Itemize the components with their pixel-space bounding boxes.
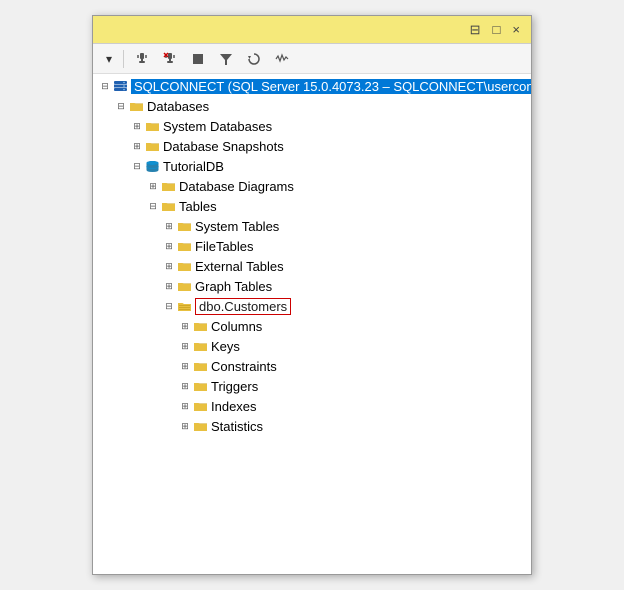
- folder-icon: [193, 320, 208, 333]
- label-external-tables: External Tables: [195, 259, 284, 274]
- pin-button[interactable]: ⊟: [467, 22, 484, 38]
- toolbar: ▾: [93, 44, 531, 74]
- expander-databases[interactable]: [113, 101, 129, 112]
- object-explorer-window: ⊟ □ × ▾: [92, 15, 532, 575]
- float-button[interactable]: □: [490, 22, 504, 37]
- folder-icon: [193, 340, 208, 353]
- expander-db-snapshots[interactable]: [129, 141, 145, 152]
- server-icon: [113, 80, 128, 93]
- connect-button[interactable]: ▾: [99, 50, 117, 68]
- expander-external-tables[interactable]: [161, 261, 177, 272]
- plug-icon: [135, 52, 149, 66]
- label-db-diagrams: Database Diagrams: [179, 179, 294, 194]
- expander-indexes[interactable]: [177, 401, 193, 412]
- toolbar-btn-refresh[interactable]: [242, 50, 266, 68]
- title-bar: ⊟ □ ×: [93, 16, 531, 44]
- expander-dbo-customers[interactable]: [161, 301, 177, 312]
- tree-node-keys[interactable]: Keys: [93, 336, 531, 356]
- folder-icon: [177, 220, 192, 233]
- expander-graph-tables[interactable]: [161, 281, 177, 292]
- folder-icon: [193, 400, 208, 413]
- expander-db-diagrams[interactable]: [145, 181, 161, 192]
- tree-node-tables[interactable]: Tables: [93, 196, 531, 216]
- tree-node-db-snapshots[interactable]: Database Snapshots: [93, 136, 531, 156]
- filter-icon: [219, 52, 233, 66]
- tree-node-databases[interactable]: Databases: [93, 96, 531, 116]
- toolbar-btn-activity[interactable]: [270, 50, 294, 68]
- refresh-icon: [247, 52, 261, 66]
- label-indexes: Indexes: [211, 399, 257, 414]
- toolbar-separator-1: [123, 50, 124, 68]
- label-tables: Tables: [179, 199, 217, 214]
- expander-columns[interactable]: [177, 321, 193, 332]
- label-server: SQLCONNECT (SQL Server 15.0.4073.23 – SQ…: [131, 79, 531, 94]
- disconnect-icon: [163, 52, 177, 66]
- folder-icon: [193, 420, 208, 433]
- folder-icon: [161, 200, 176, 213]
- tree-node-external-tables[interactable]: External Tables: [93, 256, 531, 276]
- folder-icon: [145, 140, 160, 153]
- tree-node-columns[interactable]: Columns: [93, 316, 531, 336]
- tree-container: SQLCONNECT (SQL Server 15.0.4073.23 – SQ…: [93, 74, 531, 574]
- expander-triggers[interactable]: [177, 381, 193, 392]
- expander-statistics[interactable]: [177, 421, 193, 432]
- close-button[interactable]: ×: [509, 22, 523, 37]
- folder-icon: [161, 180, 176, 193]
- toolbar-btn-2[interactable]: [158, 50, 182, 68]
- label-tutorialdb: TutorialDB: [163, 159, 224, 174]
- folder-icon: [177, 260, 192, 273]
- label-db-snapshots: Database Snapshots: [163, 139, 284, 154]
- label-system-tables: System Tables: [195, 219, 279, 234]
- tree-node-filetables[interactable]: FileTables: [93, 236, 531, 256]
- tree-node-triggers[interactable]: Triggers: [93, 376, 531, 396]
- activity-icon: [275, 52, 289, 66]
- label-system-dbs: System Databases: [163, 119, 272, 134]
- title-bar-controls: ⊟ □ ×: [467, 22, 523, 38]
- tree-node-graph-tables[interactable]: Graph Tables: [93, 276, 531, 296]
- label-statistics: Statistics: [211, 419, 263, 434]
- tree-node-statistics[interactable]: Statistics: [93, 416, 531, 436]
- label-databases: Databases: [147, 99, 209, 114]
- expander-filetables[interactable]: [161, 241, 177, 252]
- label-constraints: Constraints: [211, 359, 277, 374]
- folder-icon: [177, 280, 192, 293]
- folder-icon: [193, 380, 208, 393]
- label-dbo-customers: dbo.Customers: [195, 298, 291, 315]
- folder-icon: [193, 360, 208, 373]
- tree-node-constraints[interactable]: Constraints: [93, 356, 531, 376]
- expander-tutorialdb[interactable]: [129, 161, 145, 172]
- expander-tables[interactable]: [145, 201, 161, 212]
- stop-icon: [191, 52, 205, 66]
- table-icon: [177, 300, 192, 313]
- connect-arrow: ▾: [106, 52, 112, 66]
- label-graph-tables: Graph Tables: [195, 279, 272, 294]
- tree-node-system-dbs[interactable]: System Databases: [93, 116, 531, 136]
- folder-icon: [129, 100, 144, 113]
- db-icon: [145, 160, 160, 173]
- expander-keys[interactable]: [177, 341, 193, 352]
- tree-node-tutorialdb[interactable]: TutorialDB: [93, 156, 531, 176]
- toolbar-btn-3[interactable]: [186, 50, 210, 68]
- expander-constraints[interactable]: [177, 361, 193, 372]
- label-filetables: FileTables: [195, 239, 254, 254]
- folder-icon: [177, 240, 192, 253]
- expander-system-dbs[interactable]: [129, 121, 145, 132]
- expander-server[interactable]: [97, 81, 113, 92]
- label-keys: Keys: [211, 339, 240, 354]
- label-triggers: Triggers: [211, 379, 258, 394]
- folder-icon: [145, 120, 160, 133]
- tree-node-indexes[interactable]: Indexes: [93, 396, 531, 416]
- tree-node-dbo-customers[interactable]: dbo.Customers: [93, 296, 531, 316]
- toolbar-btn-1[interactable]: [130, 50, 154, 68]
- expander-system-tables[interactable]: [161, 221, 177, 232]
- tree-node-system-tables[interactable]: System Tables: [93, 216, 531, 236]
- tree-node-server[interactable]: SQLCONNECT (SQL Server 15.0.4073.23 – SQ…: [93, 76, 531, 96]
- tree-node-db-diagrams[interactable]: Database Diagrams: [93, 176, 531, 196]
- label-columns: Columns: [211, 319, 262, 334]
- toolbar-btn-filter[interactable]: [214, 50, 238, 68]
